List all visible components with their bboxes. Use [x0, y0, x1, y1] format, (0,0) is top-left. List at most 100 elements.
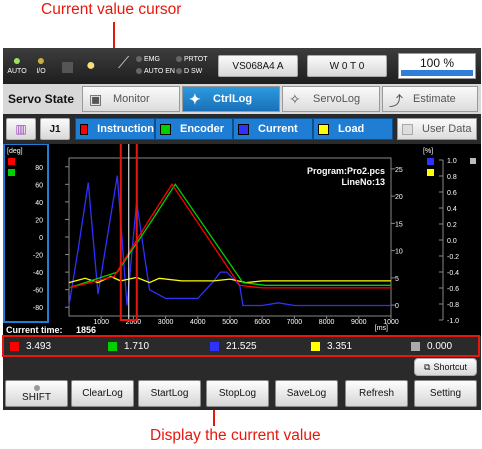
ctrllog-plot[interactable]: 80 60 40 20 0 -20 -40 -60 -80 25 20 15 10 5 0 1.0 0.8 0… — [3, 144, 481, 336]
left-tick-label: 20 — [35, 217, 43, 224]
speed-override-box[interactable]: 100 % — [398, 53, 476, 79]
savelog-button[interactable]: SaveLog — [275, 380, 338, 407]
right-tick-label: 0.0 — [447, 238, 457, 245]
legend-load[interactable]: Load — [313, 118, 393, 140]
mid-tick-label: 20 — [395, 194, 403, 201]
right-axis-unit: [%] — [423, 148, 433, 155]
tab-ctrllog[interactable]: ✦ CtrlLog — [182, 86, 280, 112]
right-tick-label: 0.4 — [447, 206, 457, 213]
shortcut-button[interactable]: ⧉ Shortcut — [414, 358, 477, 376]
led-dsw: D SW — [176, 68, 202, 75]
right-tick-label: -1.0 — [447, 318, 459, 325]
right-tick-label: 0.8 — [447, 174, 457, 181]
io-indicator: ● I/O — [32, 52, 50, 75]
led-auto-en: AUTO EN — [136, 68, 175, 75]
led-prtot: PRTOT — [176, 56, 207, 63]
x-tick-label: 7000 — [287, 319, 303, 326]
shift-led-icon — [33, 384, 40, 391]
current-swatch — [238, 123, 249, 135]
estimate-icon: ⤴ — [389, 93, 403, 109]
right-tick-label: -0.8 — [447, 302, 459, 309]
lamp-icon: ● — [86, 57, 96, 74]
userdata-axis-marker — [470, 158, 476, 164]
right-tick-label: 0.2 — [447, 222, 457, 229]
tab-monitor[interactable]: ▣ Monitor — [82, 86, 180, 112]
tab-servolog[interactable]: ✧ ServoLog — [282, 86, 380, 112]
left-tick-label: -40 — [33, 270, 43, 277]
ctrllog-icon: ✦ — [189, 91, 201, 107]
left-tick-label: 40 — [35, 200, 43, 207]
legend-user-data[interactable]: User Data — [397, 118, 477, 140]
instruction-swatch — [80, 123, 89, 135]
monitor-icon: ▣ — [89, 91, 103, 107]
legend-instruction[interactable]: Instruction — [75, 118, 155, 140]
io-label: I/O — [36, 68, 46, 75]
encoder-swatch — [160, 123, 171, 135]
graph-mode-button[interactable]: ▥ — [6, 118, 36, 140]
left-tick-label: 60 — [35, 182, 43, 189]
callout-display-current-value: Display the current value — [150, 427, 321, 444]
shortcut-icon: ⧉ — [424, 361, 431, 372]
refresh-button[interactable]: Refresh — [345, 380, 408, 407]
right-tick-label: 1.0 — [447, 158, 457, 165]
bulb-icon: ● — [12, 52, 22, 68]
load-swatch — [318, 123, 329, 135]
current-time-value: 1856 — [76, 325, 96, 335]
left-axis-encoder-marker — [8, 169, 15, 176]
x-tick-label: 9000 — [351, 319, 367, 326]
left-axis-instruction-marker — [8, 158, 15, 165]
userdata-swatch — [402, 123, 413, 135]
left-tick-label: 0 — [39, 235, 43, 242]
clearlog-button[interactable]: ClearLog — [71, 380, 134, 407]
led-emg: EMG — [136, 56, 160, 63]
shortcut-strip — [3, 358, 481, 378]
auto-indicator: ● AUTO — [6, 52, 28, 75]
right-axis-load-marker — [427, 169, 434, 176]
setting-button[interactable]: Setting — [414, 380, 477, 407]
wrench-icon: ⟋ — [118, 55, 130, 72]
stoplog-button[interactable]: StopLog — [206, 380, 269, 407]
bulb-icon: ● — [36, 52, 46, 68]
callout-current-value-cursor: Current value cursor — [41, 1, 182, 18]
current-time-label: Current time: — [6, 325, 63, 335]
left-tick-label: -60 — [33, 288, 43, 295]
right-tick-label: -0.4 — [447, 270, 459, 277]
graph-icon: ▥ — [15, 122, 27, 136]
current-value-highlight — [2, 335, 480, 357]
stop-square-icon — [62, 62, 73, 73]
x-axis-unit: [ms] — [375, 325, 388, 332]
speed-bar — [401, 70, 473, 76]
left-tick-label: -20 — [33, 253, 43, 260]
shift-button[interactable]: SHIFT — [5, 380, 68, 407]
servolog-icon: ✧ — [289, 91, 301, 107]
work-tool-box[interactable]: W 0 T 0 — [307, 55, 387, 77]
mid-tick-label: 0 — [395, 303, 399, 310]
x-tick-label: 5000 — [222, 319, 238, 326]
line-number: LineNo:13 — [341, 177, 385, 187]
left-axis-unit: [deg] — [7, 148, 23, 155]
program-name: Program:Pro2.pcs — [307, 166, 385, 176]
page-title: Servo State — [8, 92, 75, 106]
right-axis-current-marker — [427, 158, 434, 165]
right-tick-label: 0.6 — [447, 190, 457, 197]
mid-tick-label: 10 — [395, 249, 403, 256]
robot-model-box[interactable]: VS068A4 A — [218, 55, 298, 77]
right-tick-label: -0.2 — [447, 254, 459, 261]
auto-label: AUTO — [7, 68, 27, 75]
left-tick-label: -80 — [33, 305, 43, 312]
axis-select-j1[interactable]: J1 — [40, 118, 70, 140]
tab-estimate[interactable]: ⤴ Estimate — [382, 86, 478, 112]
mid-tick-label: 15 — [395, 221, 403, 228]
mid-tick-label: 25 — [395, 167, 403, 174]
startlog-button[interactable]: StartLog — [138, 380, 201, 407]
right-tick-label: -0.6 — [447, 286, 459, 293]
left-tick-label: 80 — [35, 165, 43, 172]
x-tick-label: 6000 — [254, 319, 270, 326]
x-tick-label: 3000 — [158, 319, 174, 326]
speed-percent: 100 % — [419, 56, 455, 70]
legend-encoder[interactable]: Encoder — [155, 118, 233, 140]
mid-tick-label: 5 — [395, 276, 399, 283]
legend-current[interactable]: Current — [233, 118, 313, 140]
x-tick-label: 4000 — [190, 319, 206, 326]
x-tick-label: 8000 — [319, 319, 335, 326]
